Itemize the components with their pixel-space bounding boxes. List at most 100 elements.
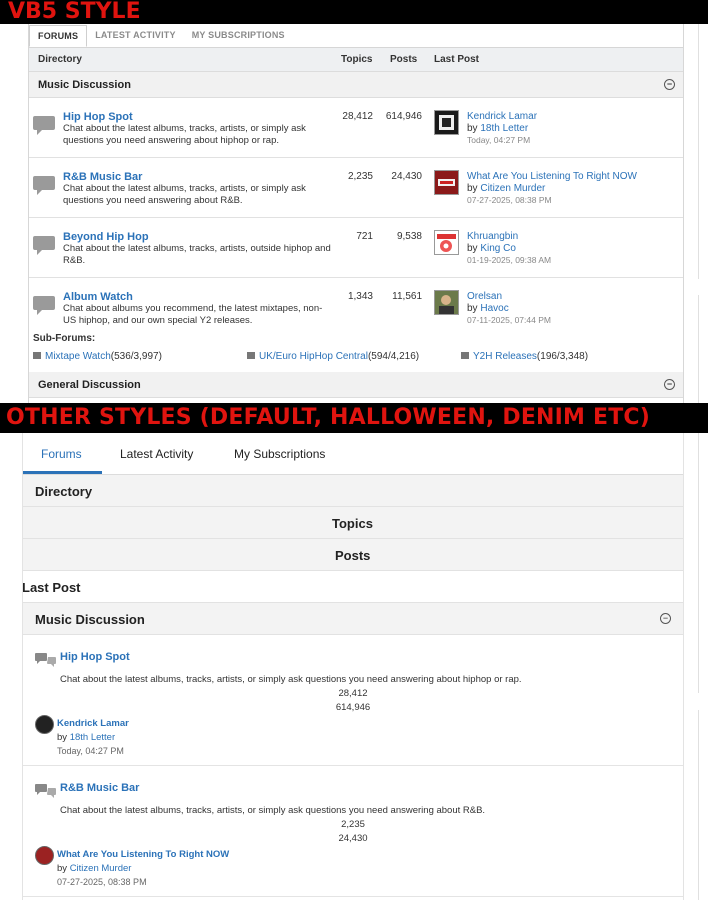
directory-header: Directory Topics Posts Last Post [29, 48, 683, 72]
posts-count: 9,538 [396, 231, 422, 242]
topics-count: 28,412 [342, 111, 373, 122]
other-styles-banner: OTHER STYLES (DEFAULT, HALLOWEEN, DENIM … [0, 403, 708, 433]
topics-count: 2,235 [341, 819, 365, 830]
collapse-toggle-icon[interactable]: − [664, 79, 675, 90]
last-post-title-link[interactable]: Orelsan [467, 291, 502, 302]
topics-count: 28,412 [338, 688, 368, 699]
subforum-link[interactable]: UK/Euro HipHop Central(594/4,216) [247, 351, 419, 362]
subforum-icon [461, 352, 469, 359]
forum-title-link[interactable]: Hip Hop Spot [60, 651, 130, 663]
posts-column-header: Posts [390, 54, 418, 65]
default-tab-bar: Forums Latest Activity My Subscriptions [23, 433, 683, 475]
posts-count: 614,946 [385, 111, 422, 122]
last-post-title-link[interactable]: Kendrick Lamar [467, 111, 537, 122]
active-tab-indicator [23, 471, 102, 474]
scrollbar-track[interactable] [698, 710, 708, 900]
category-general-discussion: General Discussion − [29, 372, 683, 398]
forum-title-link[interactable]: R&B Music Bar [60, 782, 139, 794]
posts-count: 24,430 [391, 171, 422, 182]
posts-count: 24,430 [338, 833, 368, 844]
forum-description: Chat about albums you recommend, the lat… [63, 303, 323, 326]
category-title: General Discussion [38, 379, 141, 391]
forum-row: R&B Music Bar Chat about the latest albu… [29, 158, 683, 218]
last-post-user-link[interactable]: 18th Letter [480, 123, 528, 134]
tab-my-subscriptions[interactable]: MY SUBSCRIPTIONS [184, 24, 293, 47]
forum-description: Chat about the latest albums, tracks, ar… [63, 123, 306, 146]
tab-latest-activity[interactable]: Latest Activity [120, 447, 193, 461]
last-post-column-header: Last Post [434, 54, 480, 65]
forum-title-link[interactable]: R&B Music Bar [63, 171, 142, 183]
last-post-byline: by Citizen Murder [467, 183, 546, 194]
topics-column-header: Topics [23, 507, 683, 539]
last-post-title-link[interactable]: Khruangbin [467, 231, 518, 242]
forum-bubble-icon [33, 176, 55, 195]
posts-count: 11,561 [392, 291, 422, 302]
last-post-avatar[interactable] [434, 110, 459, 135]
directory-label: Directory [38, 54, 82, 65]
subforum-link[interactable]: Y2H Releases(196/3,348) [461, 351, 588, 362]
last-post-byline: by Havoc [467, 303, 509, 314]
forum-row: R&B Music Bar Chat about the latest albu… [23, 766, 683, 897]
collapse-toggle-icon[interactable]: − [664, 379, 675, 390]
forum-description: Chat about the latest albums, tracks, ar… [60, 674, 522, 685]
last-post-date: 07-27-2025, 08:38 PM [57, 877, 147, 887]
vb5-style-banner: VB5 STYLE [0, 0, 708, 24]
subforum-link[interactable]: Mixtape Watch(536/3,997) [33, 351, 162, 362]
last-post-user-link[interactable]: Citizen Murder [480, 183, 545, 194]
forum-row: Hip Hop Spot Chat about the latest album… [23, 635, 683, 766]
tab-forums[interactable]: FORUMS [29, 25, 88, 47]
default-style-forum-panel: Forums Latest Activity My Subscriptions … [22, 433, 684, 900]
tab-latest-activity[interactable]: LATEST ACTIVITY [87, 24, 184, 47]
tab-my-subscriptions[interactable]: My Subscriptions [234, 447, 325, 461]
last-post-title-link[interactable]: What Are You Listening To Right NOW [467, 171, 637, 182]
subforums-label: Sub-Forums: [33, 333, 96, 344]
last-post-date: Today, 04:27 PM [467, 135, 531, 145]
forum-title-link[interactable]: Album Watch [63, 291, 133, 303]
posts-column-header: Posts [23, 539, 683, 571]
last-post-avatar[interactable] [35, 846, 54, 865]
forum-bubble-icon [33, 116, 55, 135]
forum-description: Chat about the latest albums, tracks, ar… [63, 243, 331, 266]
tab-forums[interactable]: Forums [41, 447, 82, 461]
forum-description: Chat about the latest albums, tracks, ar… [63, 183, 306, 206]
forum-row: Hip Hop Spot Chat about the latest album… [29, 98, 683, 158]
forum-bubble-icon [33, 236, 55, 255]
last-post-avatar[interactable] [35, 715, 54, 734]
forum-bubbles-icon [35, 653, 56, 667]
forum-bubble-icon [33, 296, 55, 315]
last-post-date: 07-27-2025, 08:38 PM [467, 195, 552, 205]
last-post-user-link[interactable]: Havoc [480, 303, 508, 314]
last-post-user-link[interactable]: Citizen Murder [70, 863, 132, 874]
forum-title-link[interactable]: Beyond Hip Hop [63, 231, 149, 243]
posts-count: 614,946 [335, 702, 371, 713]
forum-bubbles-icon [35, 784, 56, 798]
last-post-byline: by 18th Letter [467, 123, 529, 134]
forum-title-link[interactable]: Hip Hop Spot [63, 111, 133, 123]
subforum-icon [247, 352, 255, 359]
directory-header: Directory [23, 475, 683, 507]
scrollbar-track[interactable] [698, 295, 708, 403]
scrollbar-track[interactable] [698, 433, 708, 693]
last-post-avatar[interactable] [434, 230, 459, 255]
last-post-title-link[interactable]: Kendrick Lamar [57, 718, 129, 729]
last-post-user-link[interactable]: 18th Letter [70, 732, 115, 743]
vb5-forum-panel: FORUMS LATEST ACTIVITY MY SUBSCRIPTIONS … [28, 24, 684, 403]
last-post-avatar[interactable] [434, 290, 459, 315]
category-title: Music Discussion [35, 612, 145, 627]
topics-column-header: Topics [341, 54, 373, 65]
collapse-toggle-icon[interactable]: − [660, 613, 671, 624]
category-music-discussion: Music Discussion − [23, 603, 683, 635]
scrollbar-track[interactable] [698, 24, 708, 279]
topics-count: 721 [356, 231, 373, 242]
last-post-date: 01-19-2025, 09:38 AM [467, 255, 552, 265]
last-post-column-header: Last Post [23, 571, 683, 603]
last-post-date: Today, 04:27 PM [57, 746, 124, 756]
last-post-byline: by King Co [467, 243, 516, 254]
topics-count: 1,343 [347, 291, 373, 302]
last-post-title-link[interactable]: What Are You Listening To Right NOW [57, 849, 229, 860]
last-post-avatar[interactable] [434, 170, 459, 195]
category-title: Music Discussion [38, 79, 131, 91]
last-post-byline: by 18th Letter [57, 732, 116, 743]
last-post-byline: by Citizen Murder [57, 863, 132, 874]
last-post-user-link[interactable]: King Co [480, 243, 516, 254]
